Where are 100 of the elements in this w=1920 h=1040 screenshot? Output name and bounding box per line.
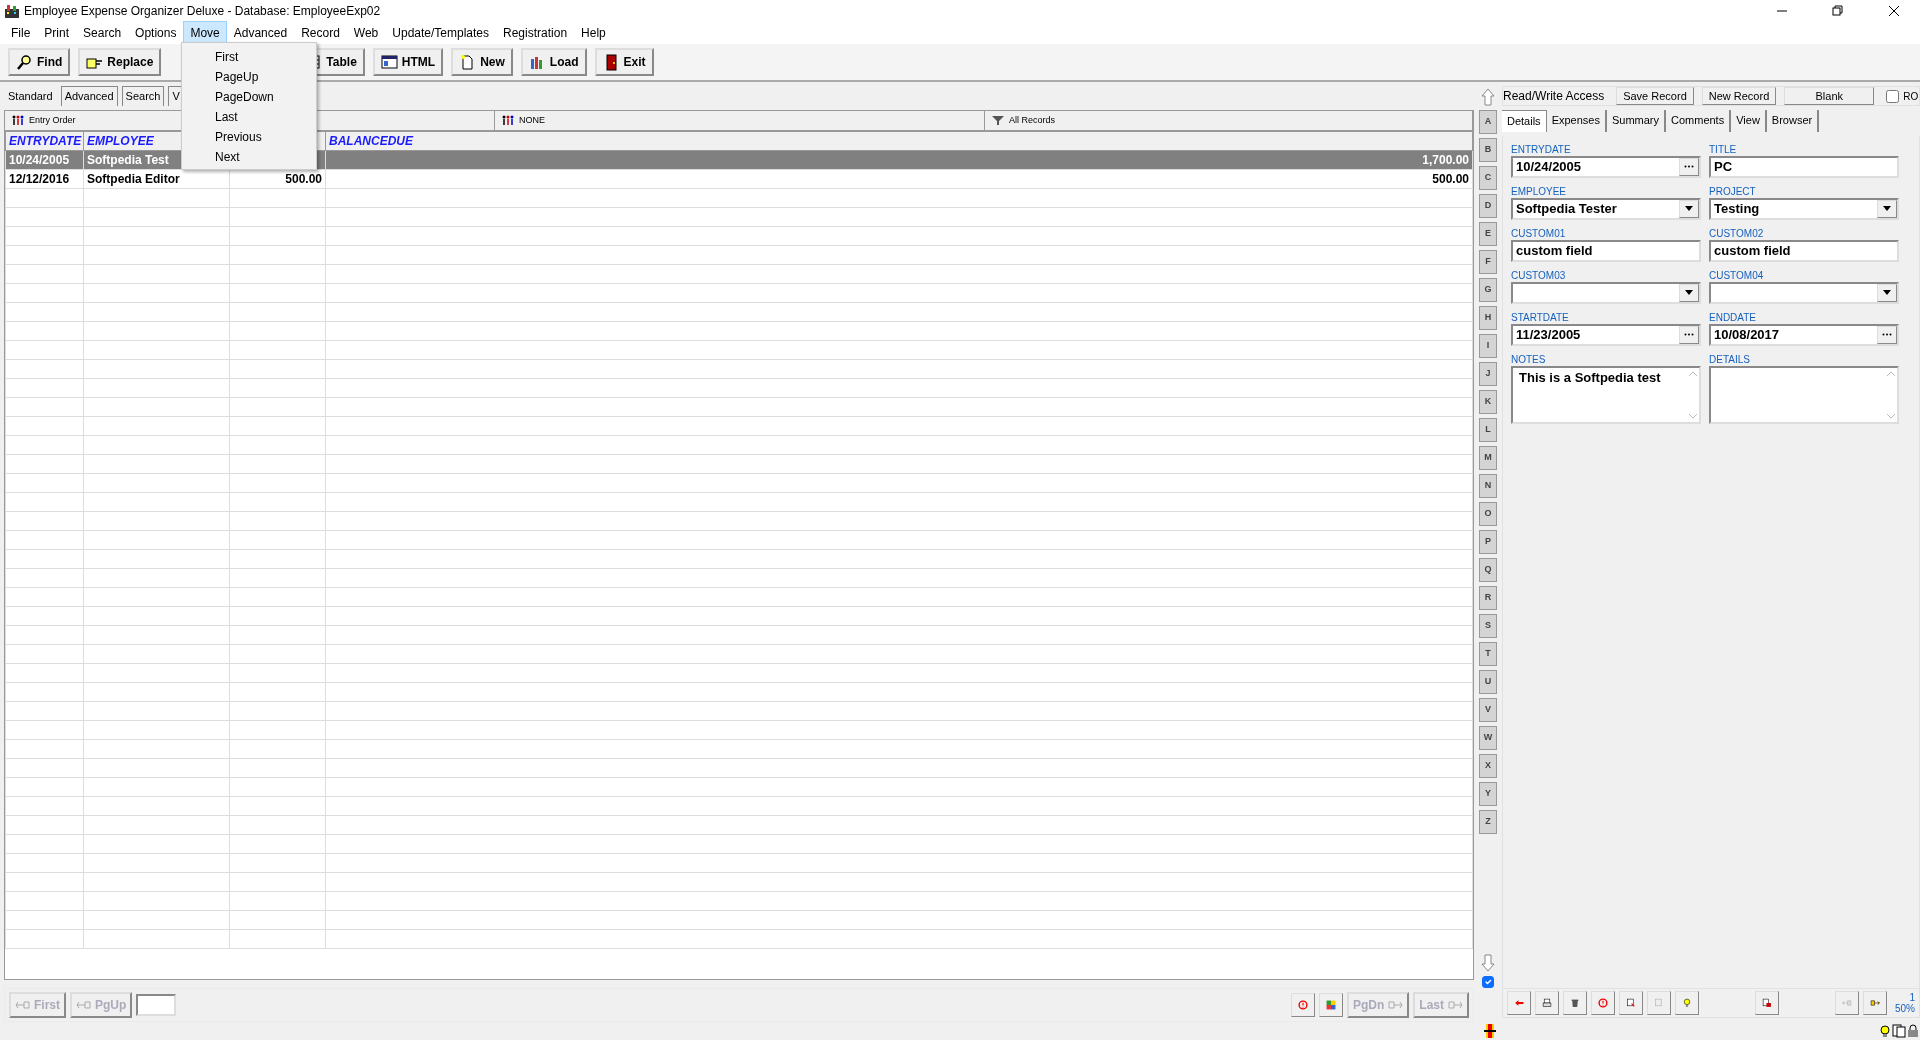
column-header[interactable]: BALANCEDUE xyxy=(329,133,413,148)
read-only-checkbox[interactable] xyxy=(1886,89,1900,103)
letter-button[interactable]: H xyxy=(1479,306,1497,330)
dropdown-field[interactable] xyxy=(1511,281,1701,304)
filter-checkbox[interactable] xyxy=(1482,976,1494,988)
record-button[interactable]: New Record xyxy=(1701,87,1777,105)
people-icon xyxy=(501,115,515,126)
mode-tab[interactable]: Search xyxy=(121,86,165,106)
letter-button[interactable]: A xyxy=(1479,110,1497,134)
menu-item[interactable]: Move xyxy=(183,21,227,45)
filter-label[interactable]: All Records xyxy=(1009,113,1055,128)
filter-label[interactable]: Entry Order xyxy=(29,113,76,128)
refresh-button[interactable] xyxy=(1290,993,1315,1018)
letter-button[interactable]: E xyxy=(1479,222,1497,246)
date-field[interactable]: 11/23/2005 xyxy=(1511,323,1701,346)
next-button[interactable] xyxy=(1863,991,1887,1015)
letter-button[interactable]: Q xyxy=(1479,558,1497,582)
toolbar-button[interactable] xyxy=(1675,991,1699,1015)
letter-button[interactable]: U xyxy=(1479,670,1497,694)
toolbar-button[interactable] xyxy=(1591,991,1615,1015)
record-tab[interactable]: Browser xyxy=(1766,110,1820,132)
letter-button[interactable]: P xyxy=(1479,530,1497,554)
date-field[interactable]: 10/08/2017 xyxy=(1709,323,1899,346)
record-button[interactable]: Blank xyxy=(1784,87,1875,105)
mode-tab[interactable]: Advanced xyxy=(60,86,118,106)
field-label: CUSTOM03 xyxy=(1511,268,1567,282)
field-label: TITLE xyxy=(1709,142,1738,156)
ellipsis-button[interactable] xyxy=(1679,157,1699,176)
toolbar-button[interactable]: Exit xyxy=(594,48,654,76)
record-tab[interactable]: Comments xyxy=(1666,110,1732,132)
toolbar-button[interactable]: Load xyxy=(520,48,587,76)
letter-button[interactable]: C xyxy=(1479,166,1497,190)
letter-button[interactable]: X xyxy=(1479,754,1497,778)
menu-item[interactable]: Update/Templates xyxy=(385,21,497,45)
dropdown-field[interactable] xyxy=(1709,281,1899,304)
letter-button[interactable]: G xyxy=(1479,278,1497,302)
letter-button[interactable]: W xyxy=(1479,726,1497,750)
ellipsis-button[interactable] xyxy=(1679,325,1699,344)
text-area[interactable]: This is a Softpedia test xyxy=(1511,365,1701,424)
dropdown-field[interactable]: Testing xyxy=(1709,197,1899,220)
menu-item[interactable]: Search xyxy=(76,21,129,45)
dropdown-button[interactable] xyxy=(1877,199,1897,218)
letter-button[interactable]: I xyxy=(1479,334,1497,358)
toolbar-button[interactable] xyxy=(1619,991,1643,1015)
dropdown-button[interactable] xyxy=(1679,199,1699,218)
dropdown-button[interactable] xyxy=(1877,283,1897,302)
table-cell: 12/12/2016 xyxy=(9,171,70,186)
filter-label[interactable]: NONE xyxy=(519,113,545,128)
menu-item[interactable]: Record xyxy=(294,21,347,45)
letter-button[interactable]: M xyxy=(1479,446,1497,470)
text-area[interactable] xyxy=(1709,365,1899,424)
toolbar-button[interactable] xyxy=(1507,991,1531,1015)
menu-option[interactable]: PageDown xyxy=(182,86,316,106)
date-field[interactable]: 10/24/2005 xyxy=(1511,155,1701,178)
input-field[interactable]: PC xyxy=(1709,155,1899,178)
letter-button[interactable]: N xyxy=(1479,474,1497,498)
letter-button[interactable]: T xyxy=(1479,642,1497,666)
letter-button[interactable]: Z xyxy=(1479,810,1497,834)
input-field[interactable]: custom field xyxy=(1511,239,1701,262)
dropdown-field[interactable]: Softpedia Tester xyxy=(1511,197,1701,220)
menu-item[interactable]: Advanced xyxy=(226,21,295,45)
toolbar-button[interactable] xyxy=(1563,991,1587,1015)
menu-item[interactable]: Print xyxy=(37,21,77,45)
menu-item[interactable]: Registration xyxy=(496,21,575,45)
toolbar-button[interactable]: New xyxy=(451,48,513,76)
record-tab[interactable]: Details xyxy=(1502,110,1547,132)
letter-button[interactable]: L xyxy=(1479,418,1497,442)
letter-button[interactable]: Y xyxy=(1479,782,1497,806)
letter-button[interactable]: O xyxy=(1479,502,1497,526)
ellipsis-button[interactable] xyxy=(1877,325,1897,344)
menu-item[interactable]: Help xyxy=(574,21,613,45)
letter-button[interactable]: R xyxy=(1479,586,1497,610)
letter-button[interactable]: K xyxy=(1479,390,1497,414)
toolbar-button[interactable]: Find xyxy=(8,48,71,76)
toolbar-button[interactable]: HTML xyxy=(372,48,444,76)
record-tab[interactable]: Summary xyxy=(1606,110,1666,132)
letter-button[interactable]: F xyxy=(1479,250,1497,274)
record-button[interactable]: Save Record xyxy=(1616,87,1694,105)
menu-item[interactable]: Web xyxy=(346,21,386,45)
menu-option[interactable]: Next xyxy=(182,146,316,166)
menu-option[interactable]: Last xyxy=(182,106,316,126)
toolbar-button[interactable] xyxy=(1535,991,1559,1015)
letter-button[interactable]: S xyxy=(1479,614,1497,638)
blocks-button[interactable] xyxy=(1318,993,1343,1018)
input-field[interactable]: custom field xyxy=(1709,239,1899,262)
menu-option[interactable]: Previous xyxy=(182,126,316,146)
menu-item[interactable]: Options xyxy=(128,21,184,45)
letter-button[interactable]: B xyxy=(1479,138,1497,162)
dropdown-button[interactable] xyxy=(1679,283,1699,302)
toolbar-button[interactable] xyxy=(1647,991,1671,1015)
save-button[interactable] xyxy=(1755,991,1779,1015)
letter-button[interactable]: V xyxy=(1479,698,1497,722)
toolbar-button[interactable]: Replace xyxy=(78,48,162,76)
record-tab[interactable]: Expenses xyxy=(1546,110,1607,132)
letter-button[interactable]: D xyxy=(1479,194,1497,218)
menu-item[interactable]: File xyxy=(4,21,38,45)
page-input-field[interactable] xyxy=(136,994,177,1017)
previous-button[interactable] xyxy=(1835,991,1859,1015)
record-tab[interactable]: View xyxy=(1731,110,1767,132)
letter-button[interactable]: J xyxy=(1479,362,1497,386)
